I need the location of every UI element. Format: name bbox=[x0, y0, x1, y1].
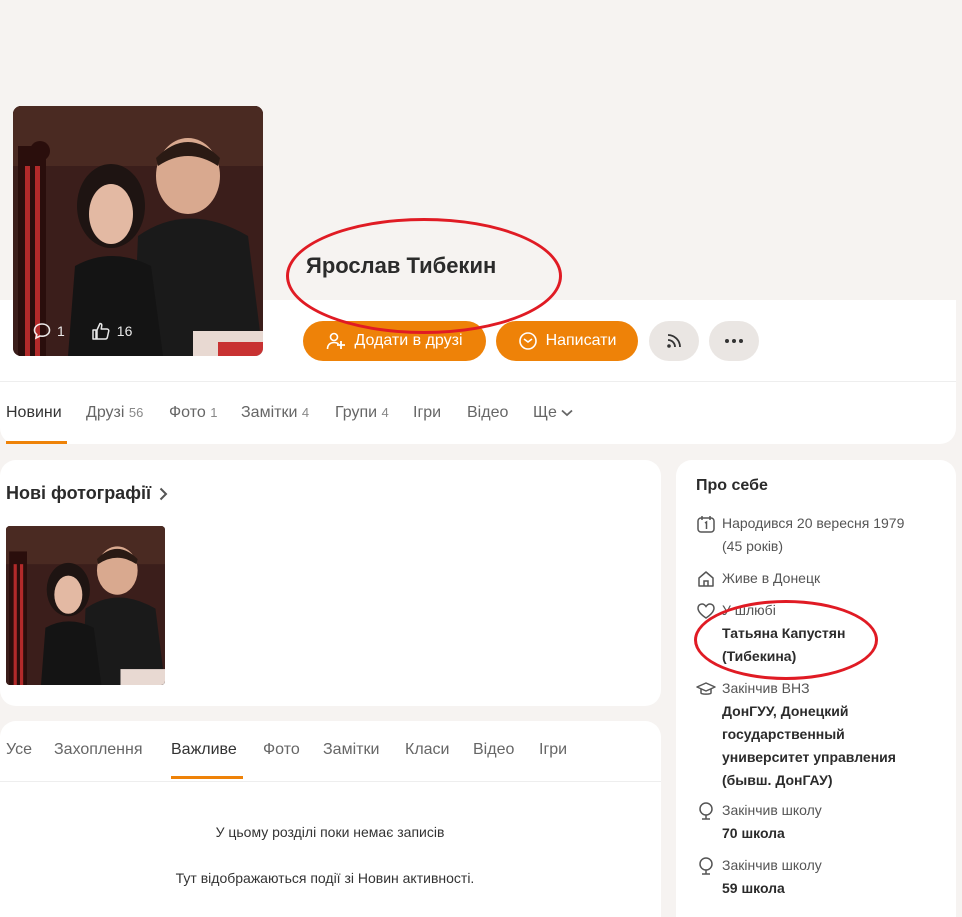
add-friend-label: Додати в друзі bbox=[354, 332, 463, 349]
home-icon bbox=[698, 571, 714, 587]
active-tab-indicator bbox=[6, 441, 67, 444]
feed-divider bbox=[0, 781, 661, 782]
empty-feed-subtitle: Тут відображаються події зі Новин активн… bbox=[175, 870, 475, 886]
about-title: Про себе bbox=[696, 477, 768, 494]
calendar-icon bbox=[697, 516, 715, 533]
about-marriage: У шлюбі Татьяна Капустян (Тибекина) bbox=[696, 599, 936, 668]
university-link[interactable]: ДонГУУ, Донецкий государственный универс… bbox=[722, 700, 922, 792]
profile-name: Ярослав Тибекин bbox=[306, 253, 497, 278]
tab-photos[interactable]: Фото 1 bbox=[169, 404, 217, 422]
chevron-right-icon bbox=[159, 487, 168, 500]
avatar-photo bbox=[13, 106, 263, 356]
more-dots-icon bbox=[725, 339, 743, 343]
feed-tab-photo[interactable]: Фото bbox=[263, 741, 300, 759]
globe-icon bbox=[699, 857, 713, 875]
subscribe-button[interactable] bbox=[649, 321, 699, 361]
photo-image bbox=[6, 526, 165, 685]
hearts-icon bbox=[697, 603, 715, 619]
feed-tab-hobbies[interactable]: Захоплення bbox=[54, 741, 143, 759]
avatar[interactable]: 1 16 bbox=[13, 106, 263, 356]
write-message-button[interactable]: Написати bbox=[496, 321, 638, 361]
more-actions-button[interactable] bbox=[709, 321, 759, 361]
tab-groups[interactable]: Групи 4 bbox=[335, 404, 389, 422]
rss-icon bbox=[667, 334, 681, 348]
write-label: Написати bbox=[545, 332, 617, 349]
empty-feed-title: У цьому розділі поки немає записів bbox=[215, 824, 445, 840]
about-university: Закінчив ВНЗ ДонГУУ, Донецкий государстве… bbox=[696, 677, 946, 792]
profile-nav: Новини Друзі 56 Фото 1 Замітки 4 Групи 4… bbox=[0, 381, 956, 444]
active-feed-tab-indicator bbox=[171, 776, 243, 779]
school-1-link[interactable]: 70 школа bbox=[722, 822, 822, 845]
feed-tab-classes[interactable]: Класи bbox=[405, 741, 450, 759]
chevron-down-icon bbox=[561, 409, 573, 417]
school-2-link[interactable]: 59 школа bbox=[722, 877, 822, 900]
tab-more[interactable]: Ще bbox=[533, 404, 573, 422]
feed-tab-important[interactable]: Важливе bbox=[171, 741, 237, 759]
globe-icon bbox=[699, 802, 713, 820]
about-school-2: Закінчив школу 59 школа bbox=[696, 854, 936, 900]
comments-count: 1 bbox=[57, 323, 65, 339]
likes-count: 16 bbox=[116, 323, 133, 339]
add-user-icon bbox=[327, 332, 346, 350]
feed-tab-all[interactable]: Усе bbox=[6, 741, 32, 759]
photo-thumbnail[interactable] bbox=[6, 526, 165, 685]
spouse-link[interactable]: Татьяна Капустян (Тибекина) bbox=[722, 622, 872, 668]
feed-tab-games[interactable]: Ігри bbox=[539, 741, 567, 759]
graduation-cap-icon bbox=[696, 682, 716, 695]
tab-video[interactable]: Відео bbox=[467, 404, 508, 422]
comment-icon bbox=[33, 323, 51, 340]
feed-tab-video[interactable]: Відео bbox=[473, 741, 514, 759]
like-icon bbox=[92, 322, 110, 340]
tab-news[interactable]: Новини bbox=[6, 404, 62, 422]
about-school-1: Закінчив школу 70 школа bbox=[696, 799, 936, 845]
feed-tab-notes[interactable]: Замітки bbox=[323, 741, 379, 759]
tab-games[interactable]: Ігри bbox=[413, 404, 441, 422]
message-icon bbox=[518, 332, 537, 350]
likes-stat[interactable]: 16 bbox=[91, 322, 133, 340]
tab-notes[interactable]: Замітки 4 bbox=[241, 404, 309, 422]
about-location: Живе в Донецк bbox=[696, 567, 936, 590]
about-birthday: Народився 20 вересня 1979 (45 років) bbox=[696, 512, 936, 558]
tab-friends[interactable]: Друзі 56 bbox=[86, 404, 143, 422]
new-photos-title[interactable]: Нові фотографії bbox=[6, 483, 168, 504]
add-friend-button[interactable]: Додати в друзі bbox=[303, 321, 486, 361]
comments-stat[interactable]: 1 bbox=[33, 322, 65, 340]
